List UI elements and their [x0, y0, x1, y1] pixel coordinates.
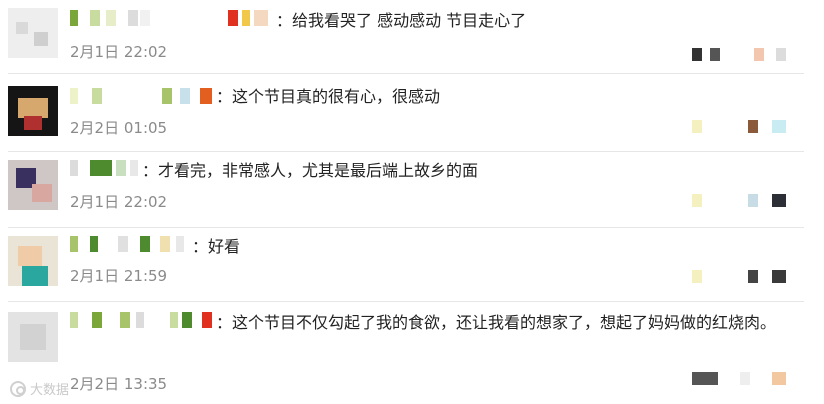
comment-time: 2月1日 22:02: [70, 193, 168, 211]
comment-actions-blurred[interactable]: [692, 194, 802, 208]
comment-item: ：才看完，非常感人，尤其是最后端上故乡的面 2月1日 22:02: [0, 152, 824, 228]
avatar[interactable]: [8, 160, 58, 210]
username-blurred[interactable]: [70, 160, 150, 178]
comment-time: 2月2日 01:05: [70, 119, 168, 137]
avatar[interactable]: [8, 236, 58, 286]
comment-item: ：这个节目真的很有心，很感动 2月2日 01:05: [0, 74, 824, 152]
avatar[interactable]: [8, 8, 58, 58]
comment-text: ：才看完，非常感人，尤其是最后端上故乡的面: [142, 161, 479, 180]
watermark: 大数据: [10, 379, 69, 398]
avatar[interactable]: [8, 86, 58, 136]
camera-icon: [10, 380, 26, 397]
comment-item: ：这个节目不仅勾起了我的食欲，还让我看的想家了，想起了妈妈做的红烧肉。 2月2日…: [0, 302, 824, 404]
comment-actions-blurred[interactable]: [692, 120, 802, 134]
username-blurred[interactable]: [70, 236, 190, 254]
username-blurred[interactable]: [70, 10, 278, 28]
comment-actions-blurred[interactable]: [692, 372, 802, 386]
comment-time: 2月1日 22:02: [70, 43, 168, 61]
comment-text: ：给我看哭了 感动感动 节目走心了: [276, 11, 527, 30]
username-blurred[interactable]: [70, 88, 222, 106]
comment-text: ：这个节目不仅勾起了我的食欲，还让我看的想家了，想起了妈妈做的红烧肉。: [216, 313, 777, 332]
comment-actions-blurred[interactable]: [692, 270, 802, 284]
comment-item: ：给我看哭了 感动感动 节目走心了 2月1日 22:02: [0, 0, 824, 74]
comment-text: ：这个节目真的很有心，很感动: [216, 87, 441, 106]
comment-item: ：好看 2月1日 21:59: [0, 228, 824, 302]
avatar[interactable]: [8, 312, 58, 362]
comment-text: ：好看: [192, 237, 241, 256]
comment-time: 2月1日 21:59: [70, 267, 168, 285]
comment-time: 2月2日 13:35: [70, 375, 168, 393]
watermark-text: 大数据: [30, 383, 70, 398]
comment-actions-blurred[interactable]: [692, 48, 802, 62]
